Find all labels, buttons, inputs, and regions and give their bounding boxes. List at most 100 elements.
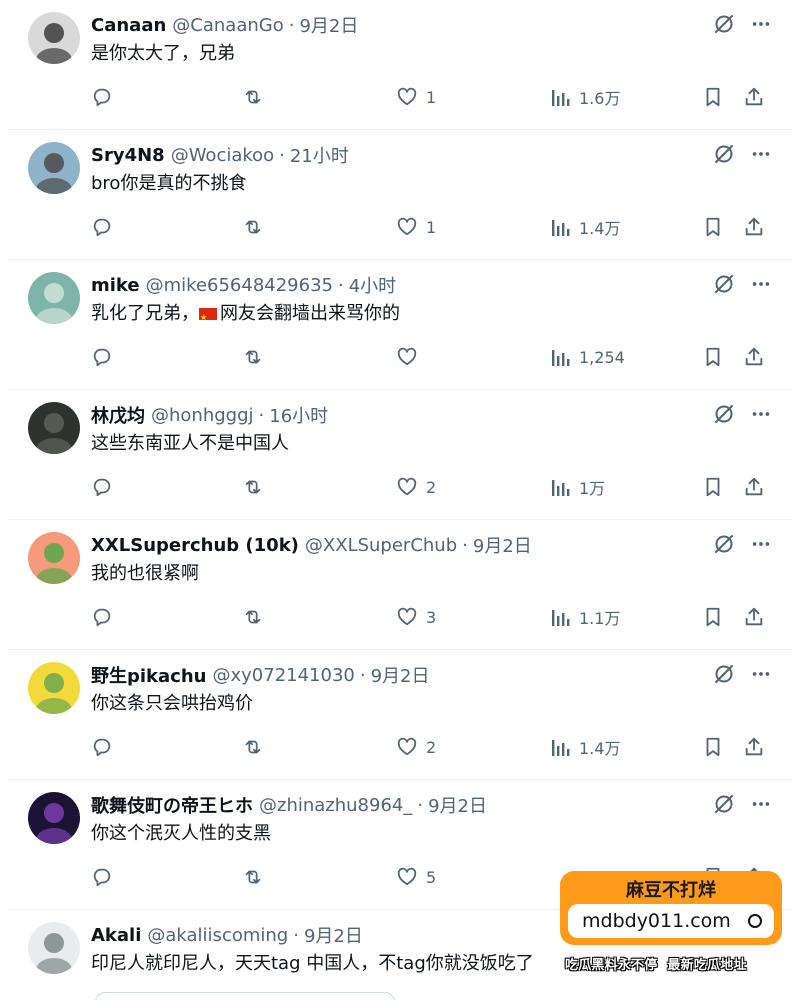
like-button[interactable]: [396, 342, 426, 372]
display-name[interactable]: 野生pikachu: [91, 662, 206, 688]
reply-button[interactable]: [91, 862, 113, 892]
user-handle[interactable]: @mike65648429635: [146, 275, 333, 296]
grok-icon[interactable]: [712, 532, 736, 556]
user-handle[interactable]: @CanaanGo: [172, 15, 283, 36]
user-handle[interactable]: @akaliiscoming: [147, 925, 288, 946]
more-options-icon[interactable]: [750, 533, 772, 555]
tweet[interactable]: mike @mike65648429635·4小时乳化了兄弟， 网友会翻墙出来骂你的…: [8, 260, 792, 390]
timestamp[interactable]: 21小时: [290, 142, 349, 168]
bookmark-button[interactable]: [703, 82, 723, 112]
more-options-icon[interactable]: [750, 793, 772, 815]
avatar[interactable]: [28, 12, 80, 64]
bookmark-button[interactable]: [703, 602, 723, 632]
more-options-icon[interactable]: [750, 403, 772, 425]
retweet-button[interactable]: [241, 862, 265, 892]
like-button[interactable]: 2: [396, 472, 436, 502]
avatar[interactable]: [28, 792, 80, 844]
avatar[interactable]: [28, 532, 80, 584]
bar-chart-icon: [551, 606, 571, 628]
watermark-line2: 最新吃瓜地址: [667, 958, 747, 973]
grok-icon[interactable]: [712, 662, 736, 686]
tweet-actions: 1,254: [91, 342, 771, 372]
share-button[interactable]: [743, 602, 765, 632]
grok-icon[interactable]: [712, 792, 736, 816]
tweet[interactable]: XXLSuperchub (10k) @XXLSuperChub · 9月2日 我的也很…: [8, 520, 792, 650]
share-button[interactable]: [743, 342, 765, 372]
bookmark-button[interactable]: [703, 472, 723, 502]
more-options-icon[interactable]: [750, 143, 772, 165]
user-handle[interactable]: @honhgggj: [151, 405, 254, 426]
display-name[interactable]: XXLSuperchub (10k): [91, 535, 299, 556]
retweet-button[interactable]: [241, 212, 265, 242]
timestamp[interactable]: 4小时: [349, 272, 396, 298]
user-handle[interactable]: @zhinazhu8964_: [259, 795, 412, 816]
share-button[interactable]: [743, 472, 765, 502]
user-handle[interactable]: @xy072141030: [212, 665, 354, 686]
bookmark-button[interactable]: [703, 732, 723, 762]
avatar[interactable]: [28, 142, 80, 194]
tweet[interactable]: 林戊均 @honhgggj · 16小时 这些东南亚人不是中国人 2 1万: [8, 390, 792, 520]
reply-button[interactable]: [91, 342, 113, 372]
grok-icon[interactable]: [712, 12, 736, 36]
avatar[interactable]: [28, 402, 80, 454]
grok-icon[interactable]: [712, 142, 736, 166]
avatar[interactable]: [28, 922, 80, 974]
timestamp[interactable]: 9月2日: [304, 922, 363, 948]
display-name[interactable]: Akali: [91, 925, 141, 946]
display-name[interactable]: 林戊均: [91, 402, 145, 428]
views-button[interactable]: 1,254: [551, 342, 625, 372]
reply-button[interactable]: [91, 82, 113, 112]
heart-icon: [396, 86, 418, 108]
tweet[interactable]: Canaan @CanaanGo · 9月2日 是你太大了，兄弟 1 1.6万: [8, 0, 792, 130]
like-button[interactable]: 1: [396, 212, 436, 242]
show-more-pill[interactable]: [95, 992, 395, 1000]
watermark-url: mdbdy011.com: [582, 910, 731, 932]
more-options-icon[interactable]: [750, 273, 772, 295]
bookmark-icon: [703, 606, 723, 628]
views-button[interactable]: 1万: [551, 472, 605, 502]
share-button[interactable]: [743, 212, 765, 242]
share-button[interactable]: [743, 732, 765, 762]
more-options-icon[interactable]: [750, 663, 772, 685]
display-name[interactable]: Sry4N8: [91, 145, 165, 166]
grok-icon[interactable]: [712, 402, 736, 426]
user-handle[interactable]: @Wociakoo: [171, 145, 275, 166]
more-options-icon[interactable]: [750, 13, 772, 35]
timestamp[interactable]: 9月2日: [371, 662, 430, 688]
retweet-button[interactable]: [241, 472, 265, 502]
display-name[interactable]: mike: [91, 275, 140, 296]
retweet-button[interactable]: [241, 342, 265, 372]
share-button[interactable]: [743, 82, 765, 112]
retweet-button[interactable]: [241, 82, 265, 112]
timestamp[interactable]: 9月2日: [428, 792, 487, 818]
views-button[interactable]: 1.1万: [551, 602, 620, 632]
views-button[interactable]: 1.4万: [551, 732, 620, 762]
display-name[interactable]: Canaan: [91, 15, 166, 36]
user-handle[interactable]: @XXLSuperChub: [305, 535, 457, 556]
views-button[interactable]: 1.4万: [551, 212, 620, 242]
timestamp[interactable]: 16小时: [269, 402, 328, 428]
like-button[interactable]: 1: [396, 82, 436, 112]
reply-button[interactable]: [91, 212, 113, 242]
tweet[interactable]: Sry4N8 @Wociakoo · 21小时 bro你是真的不挑食 1 1.4万: [8, 130, 792, 260]
tweet[interactable]: 野生pikachu @xy072141030 · 9月2日 你这条只会哄抬鸡价 2 1.4万: [8, 650, 792, 780]
bookmark-button[interactable]: [703, 342, 723, 372]
avatar[interactable]: [28, 272, 80, 324]
grok-icon[interactable]: [712, 272, 736, 296]
share-icon: [743, 606, 765, 628]
separator-dot: ·: [359, 664, 366, 686]
reply-button[interactable]: [91, 602, 113, 632]
like-button[interactable]: 5: [396, 862, 436, 892]
like-button[interactable]: 3: [396, 602, 436, 632]
reply-button[interactable]: [91, 472, 113, 502]
retweet-button[interactable]: [241, 732, 265, 762]
avatar[interactable]: [28, 662, 80, 714]
timestamp[interactable]: 9月2日: [473, 532, 532, 558]
display-name[interactable]: 歌舞伎町の帝王ヒホ: [91, 792, 253, 818]
like-button[interactable]: 2: [396, 732, 436, 762]
timestamp[interactable]: 9月2日: [299, 12, 358, 38]
reply-button[interactable]: [91, 732, 113, 762]
bookmark-button[interactable]: [703, 212, 723, 242]
retweet-button[interactable]: [241, 602, 265, 632]
views-button[interactable]: 1.6万: [551, 82, 620, 112]
